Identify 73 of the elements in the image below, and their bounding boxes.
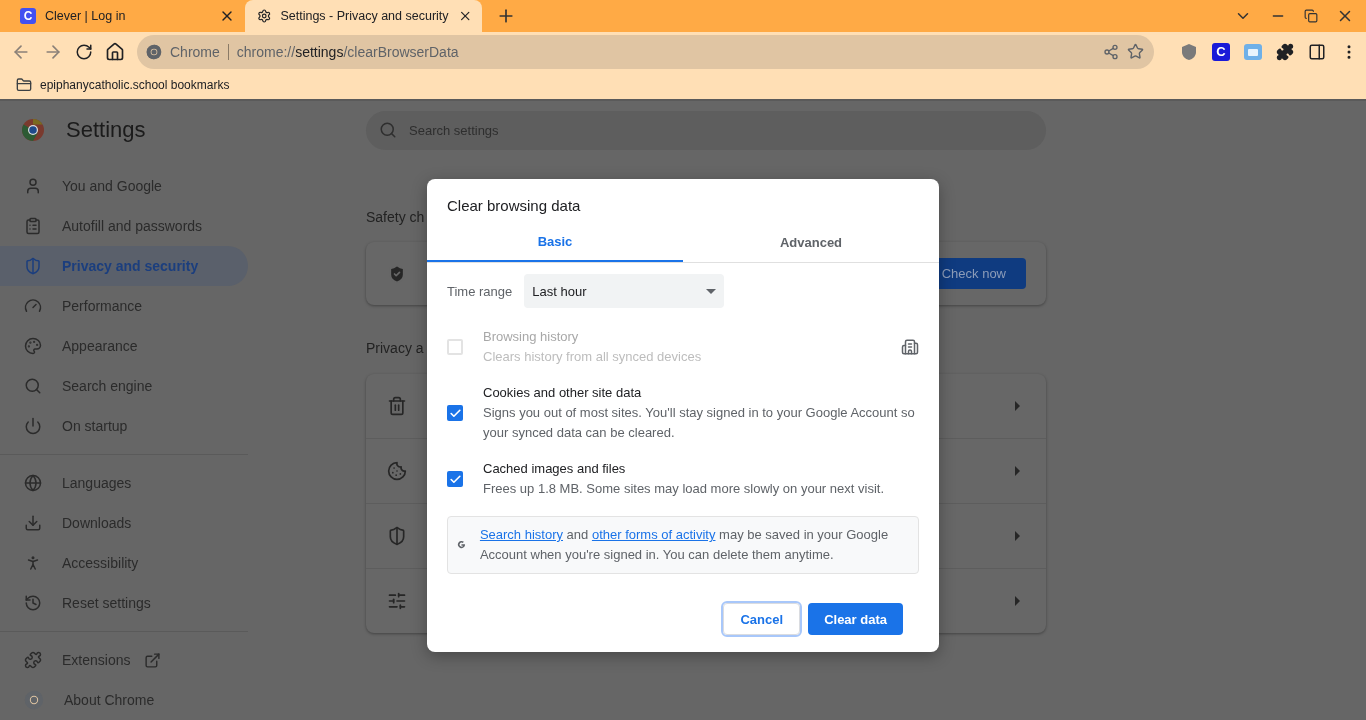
gear-icon: [257, 8, 272, 24]
clipboard-icon: [24, 217, 42, 235]
shield-icon: [387, 526, 407, 546]
url-text: chrome://settings/clearBrowserData: [236, 43, 460, 60]
sliders-icon: [387, 591, 407, 611]
palette-icon: [24, 337, 42, 355]
section-heading: Safety ch: [366, 208, 425, 227]
nav-item[interactable]: Accessibility: [0, 543, 248, 583]
section-heading: Privacy a: [366, 339, 424, 358]
notice-text: Search history and other forms of activity may be saved in your Google Account when you're signed in. You can delete them anytime.: [479, 526, 890, 564]
option-title: Cached images and files: [483, 460, 627, 478]
nav-item[interactable]: Appearance: [0, 326, 248, 366]
nav-item[interactable]: Privacy and security: [0, 246, 248, 286]
browser-tab[interactable]: Settings - Privacy and security: [245, 0, 482, 32]
star-icon[interactable]: [1127, 43, 1144, 61]
cancel-button[interactable]: Cancel: [723, 603, 801, 635]
nav-item[interactable]: Extensions: [0, 640, 248, 680]
trash-icon: [387, 396, 407, 416]
bookmark-folder[interactable]: epiphanycatholic.school bookmarks: [40, 78, 230, 93]
side-panel-icon[interactable]: [1308, 42, 1326, 61]
shield-icon[interactable]: [1180, 42, 1198, 61]
cookie-icon: [387, 461, 407, 481]
text-link[interactable]: Search history: [479, 527, 563, 542]
option-description: Signs you out of most sites. You'll stay signed in to your Google Account so your synced data can be cleared.: [483, 404, 916, 442]
arrow-right-icon[interactable]: [1015, 531, 1020, 541]
clear-data-button[interactable]: Clear data: [808, 603, 903, 635]
nav-item[interactable]: Downloads: [0, 503, 248, 543]
puzzle-icon: [24, 651, 42, 669]
checkbox[interactable]: [447, 405, 463, 421]
nav-item[interactable]: On startup: [0, 406, 248, 446]
nav-item[interactable]: You and Google: [0, 166, 248, 206]
favicon-icon: C: [20, 8, 36, 24]
restore-icon[interactable]: [1304, 9, 1318, 23]
external-link-icon: [144, 651, 162, 669]
checkbox[interactable]: [447, 471, 463, 487]
nav-item[interactable]: Languages: [0, 463, 248, 503]
power-icon: [24, 417, 42, 435]
time-range-select[interactable]: Last hour: [524, 274, 725, 308]
nav-item[interactable]: Performance: [0, 286, 248, 326]
page-title: Settings: [66, 117, 146, 143]
history-icon: [24, 594, 42, 612]
shield-icon: [24, 257, 42, 275]
site-chip: Chrome: [170, 43, 229, 60]
search-icon: [379, 121, 397, 139]
dropdown-caret-icon: [706, 288, 717, 294]
puzzle-icon[interactable]: [1276, 42, 1294, 61]
gauge-icon: [24, 297, 42, 315]
reload-icon[interactable]: [75, 42, 93, 61]
address-bar[interactable]: Chrome chrome://settings/clearBrowserData: [137, 34, 1154, 69]
nav-item[interactable]: Search engine: [0, 366, 248, 406]
text-link[interactable]: other forms of activity: [591, 527, 716, 542]
person-icon: [24, 177, 42, 195]
share-icon[interactable]: [1103, 43, 1119, 60]
option-description: Frees up 1.8 MB. Some sites may load more slowly on your next visit.: [483, 480, 885, 498]
dialog-title: Clear browsing data: [446, 196, 582, 216]
arrow-right-icon[interactable]: [1015, 401, 1020, 411]
nav-item[interactable]: About Chrome: [0, 680, 248, 720]
nav-item[interactable]: Reset settings: [0, 583, 248, 623]
arrow-right-icon[interactable]: [1015, 596, 1020, 606]
dialog-tab[interactable]: Basic: [427, 222, 683, 262]
option-title: Browsing history: [483, 328, 580, 346]
option-description: Clears history from all synced devices: [483, 348, 703, 366]
extension-icon[interactable]: C: [1212, 42, 1230, 61]
download-icon: [24, 514, 42, 532]
option-title: Cookies and other site data: [483, 384, 643, 402]
browser-tab[interactable]: C Clever | Log in: [8, 0, 245, 32]
folder-icon: [16, 77, 32, 94]
field-label: Time range: [447, 283, 513, 299]
arrow-right-icon[interactable]: [1015, 466, 1020, 476]
home-icon[interactable]: [105, 41, 125, 62]
globe-icon: [24, 474, 42, 492]
nav-item[interactable]: Autofill and passwords: [0, 206, 248, 246]
search-icon: [24, 377, 42, 395]
